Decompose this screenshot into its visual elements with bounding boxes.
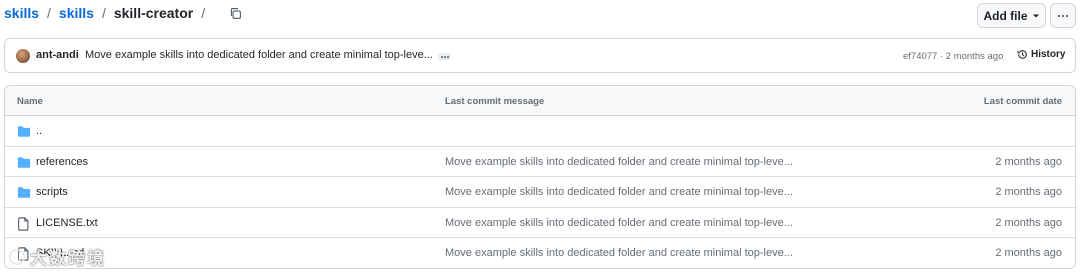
commit-message-link[interactable]: Move example skills into dedicated folde… — [445, 247, 793, 259]
breadcrumb-owner-link[interactable]: skills — [4, 5, 39, 21]
history-icon — [1017, 50, 1027, 59]
column-header-last-commit-date: Last commit date — [983, 96, 1062, 107]
commit-date: 2 months ago — [995, 155, 1062, 168]
latest-commit-bar: ant-andi Move example skills into dedica… — [4, 38, 1076, 73]
avatar[interactable] — [16, 49, 30, 63]
commit-date: 2 months ago — [995, 186, 1062, 198]
file-name-link[interactable]: scripts — [36, 186, 68, 198]
folder-icon — [17, 125, 31, 138]
commit-message-link[interactable]: Move example skills into dedicated folde… — [445, 186, 793, 198]
file-name-link[interactable]: references — [36, 156, 88, 168]
file-name-link[interactable]: LICENSE.txt — [36, 217, 98, 229]
commit-hash-time[interactable]: ef74077 · 2 months ago — [903, 51, 1003, 62]
column-header-last-commit-message: Last commit message — [445, 96, 545, 107]
caret-down-icon — [1032, 9, 1040, 23]
watermark: 大数跨境 — [8, 244, 106, 269]
column-header-name: Name — [17, 96, 43, 107]
commit-author-link[interactable]: ant-andi — [36, 49, 79, 61]
commit-message-link[interactable]: Move example skills into dedicated folde… — [445, 156, 793, 168]
file-name-link[interactable]: .. — [36, 125, 42, 137]
commit-message-link[interactable]: Move example skills into dedicated folde… — [85, 49, 433, 61]
table-row-parent-dir[interactable]: .. — [5, 116, 1075, 147]
kebab-horizontal-icon — [1057, 14, 1069, 17]
commit-message-link[interactable]: Move example skills into dedicated folde… — [445, 217, 793, 229]
table-header: Name Last commit message Last commit dat… — [5, 86, 1075, 116]
breadcrumb-separator: / — [201, 5, 206, 21]
watermark-text: 大数跨境 — [30, 249, 106, 268]
expand-commit-message-button[interactable] — [438, 53, 451, 60]
folder-icon — [17, 156, 31, 169]
breadcrumb-separator: / — [47, 5, 51, 21]
top-bar: skills / skills / skill-creator / Add fi… — [0, 0, 1080, 32]
history-button[interactable]: History — [1017, 49, 1065, 60]
table-row[interactable]: LICENSE.txt Move example skills into ded… — [5, 208, 1075, 238]
breadcrumb-repo-link[interactable]: skills — [59, 5, 94, 21]
breadcrumb-current: skill-creator — [113, 5, 194, 21]
more-options-button[interactable] — [1050, 3, 1076, 28]
table-row[interactable]: references Move example skills into dedi… — [5, 147, 1075, 177]
copy-path-icon[interactable] — [227, 5, 243, 21]
commit-date: 2 months ago — [995, 247, 1062, 259]
commit-date: 2 months ago — [995, 216, 1062, 229]
breadcrumb: skills / skills / skill-creator / — [4, 5, 243, 21]
table-row[interactable]: scripts Move example skills into dedicat… — [5, 177, 1075, 208]
breadcrumb-separator: / — [101, 5, 106, 21]
add-file-label: Add file — [983, 8, 1028, 23]
add-file-button[interactable]: Add file — [977, 3, 1046, 28]
file-icon — [17, 216, 31, 231]
table-row[interactable]: SKILL.md Move example skills into dedica… — [5, 238, 1075, 268]
watermark-logo-icon — [8, 248, 26, 265]
folder-icon — [17, 186, 31, 199]
file-table: Name Last commit message Last commit dat… — [4, 85, 1076, 269]
history-label: History — [1031, 49, 1066, 60]
